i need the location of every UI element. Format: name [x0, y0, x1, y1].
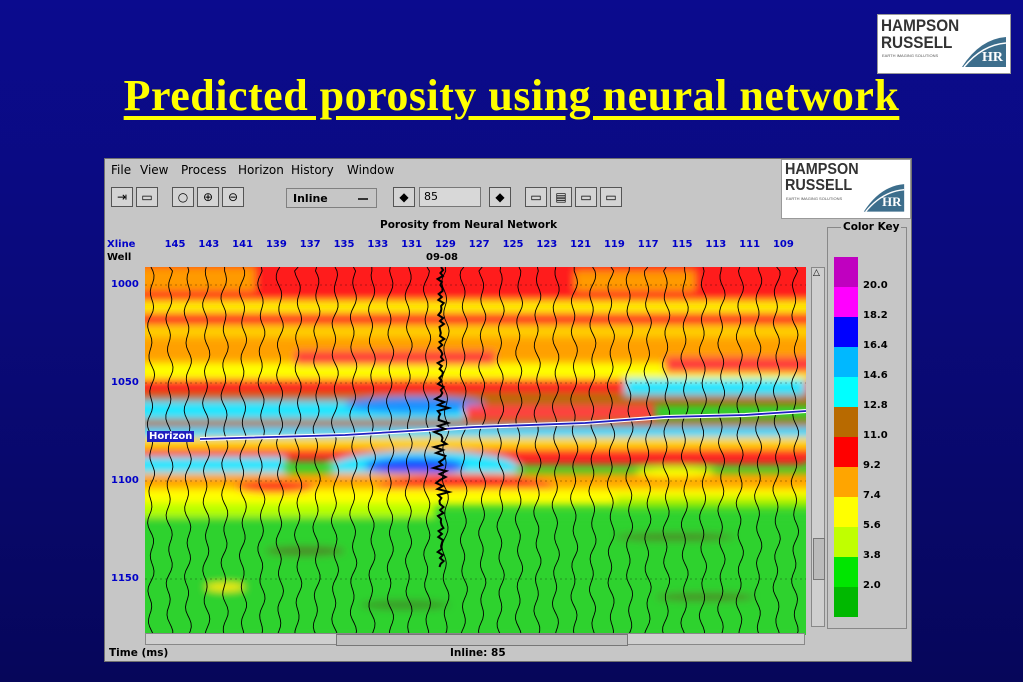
color-key-label: 9.2	[863, 460, 881, 471]
color-key-swatch	[834, 377, 858, 407]
logo-tagline: EARTH IMAGING SOLUTIONS	[882, 53, 939, 58]
porosity-section-display[interactable]: Horizon	[145, 267, 806, 635]
direction-select[interactable]: Inline	[286, 188, 377, 208]
xline-tick-label: 109	[772, 239, 794, 250]
color-key-swatch	[834, 287, 858, 317]
xline-tick-label: 131	[401, 239, 423, 250]
single-window-icon[interactable]: ▭	[525, 187, 547, 207]
app-logo: HAMPSON RUSSELL EARTH IMAGING SOLUTIONS …	[781, 159, 911, 219]
time-tick-label: 1000	[111, 279, 139, 290]
menu-window[interactable]: Window	[347, 163, 394, 177]
xline-tick-label: 117	[637, 239, 659, 250]
app-logo-line-2: RUSSELL	[785, 177, 853, 194]
hr-logo-icon: HR	[962, 37, 1007, 68]
well-name: 09-08	[426, 252, 458, 263]
xline-tick-label: 111	[739, 239, 761, 250]
app-logo-tagline: EARTH IMAGING SOLUTIONS	[786, 196, 843, 201]
xline-tick-label: 121	[570, 239, 592, 250]
seismic-app-window: File View Process Horizon History Window…	[104, 158, 912, 662]
xline-axis-label: Xline	[107, 239, 136, 250]
zoom-icon[interactable]: ○	[172, 187, 194, 207]
logo-line-2: RUSSELL	[881, 33, 953, 52]
horizontal-scrollbar[interactable]	[145, 633, 805, 646]
color-key-swatch	[834, 257, 858, 287]
xline-tick-label: 113	[705, 239, 727, 250]
scroll-up-icon[interactable]: ▭	[600, 187, 622, 207]
color-key-title: Color Key	[841, 221, 902, 233]
color-key-label: 14.6	[863, 370, 888, 381]
scroll-down-icon[interactable]: ▭	[575, 187, 597, 207]
color-key-swatch	[834, 467, 858, 497]
color-key-swatch	[834, 347, 858, 377]
vertical-scrollbar[interactable]: △	[811, 267, 825, 627]
menu-horizon[interactable]: Horizon	[238, 163, 284, 177]
menu-view[interactable]: View	[140, 163, 168, 177]
time-axis-label: Time (ms)	[109, 647, 169, 659]
app-logo-line-1: HAMPSON	[785, 161, 859, 178]
line-number-input[interactable]: 85	[419, 187, 481, 207]
color-key-swatch	[834, 527, 858, 557]
svg-text:HR: HR	[882, 195, 902, 209]
xline-tick-label: 115	[671, 239, 693, 250]
horizon-label: Horizon	[147, 431, 195, 442]
xline-tick-label: 125	[502, 239, 524, 250]
xline-tick-label: 133	[367, 239, 389, 250]
xline-tick-label: 145	[164, 239, 186, 250]
hr-logo-icon: HR	[863, 184, 905, 213]
color-key-label: 20.0	[863, 280, 888, 291]
exit-icon[interactable]: ⇥	[111, 187, 133, 207]
company-logo: HAMPSON RUSSELL EARTH IMAGING SOLUTIONS …	[877, 14, 1011, 74]
xline-tick-label: 139	[265, 239, 287, 250]
vertical-scroll-thumb[interactable]	[813, 538, 825, 580]
menu-file[interactable]: File	[111, 163, 131, 177]
porosity-section-plot	[145, 267, 806, 635]
xline-tick-label: 143	[198, 239, 220, 250]
xline-tick-label: 141	[232, 239, 254, 250]
color-key-swatch	[834, 317, 858, 347]
xline-tick-label: 135	[333, 239, 355, 250]
dropdown-indicator-icon	[358, 198, 368, 200]
plot-title: Porosity from Neural Network	[380, 219, 558, 231]
color-key-swatch	[834, 497, 858, 527]
color-key-swatch	[834, 407, 858, 437]
open-folder-icon[interactable]: ▭	[136, 187, 158, 207]
color-key-swatch	[834, 557, 858, 587]
time-tick-label: 1100	[111, 475, 139, 486]
xline-tick-label: 137	[299, 239, 321, 250]
xline-tick-label: 129	[434, 239, 456, 250]
previous-line-button[interactable]: ◆	[393, 187, 415, 207]
well-axis-label: Well	[107, 252, 132, 263]
xline-tick-label: 119	[603, 239, 625, 250]
time-tick-label: 1150	[111, 573, 139, 584]
logo-line-1: HAMPSON	[881, 16, 960, 35]
zoom-out-icon[interactable]: ⊖	[222, 187, 244, 207]
color-key-label: 2.0	[863, 580, 881, 591]
zoom-in-icon[interactable]: ⊕	[197, 187, 219, 207]
xline-tick-label: 127	[468, 239, 490, 250]
scroll-up-arrow-icon[interactable]: △	[813, 269, 820, 278]
color-key-swatch	[834, 437, 858, 467]
slide-title: Predicted porosity using neural network	[123, 71, 900, 120]
next-line-button[interactable]: ◆	[489, 187, 511, 207]
color-key-label: 12.8	[863, 400, 888, 411]
color-key-label: 16.4	[863, 340, 888, 351]
multi-window-icon[interactable]: ▤	[550, 187, 572, 207]
color-key-label: 18.2	[863, 310, 888, 321]
inline-status: Inline: 85	[450, 647, 506, 659]
svg-text:HR: HR	[982, 50, 1004, 65]
color-key-label: 7.4	[863, 490, 881, 501]
time-tick-label: 1050	[111, 377, 139, 388]
menu-process[interactable]: Process	[181, 163, 227, 177]
color-key-swatch	[834, 587, 858, 617]
xline-tick-label: 123	[536, 239, 558, 250]
menu-history[interactable]: History	[291, 163, 334, 177]
color-key-label: 11.0	[863, 430, 888, 441]
toolbar: ⇥ ▭ ○ ⊕ ⊖ Inline ◆ 85 ◆ ▭ ▤ ▭ ▭	[105, 183, 781, 213]
color-key-label: 3.8	[863, 550, 881, 561]
menu-bar: File View Process Horizon History Window	[105, 159, 781, 181]
horizontal-scroll-thumb[interactable]	[336, 634, 628, 646]
color-key-label: 5.6	[863, 520, 881, 531]
